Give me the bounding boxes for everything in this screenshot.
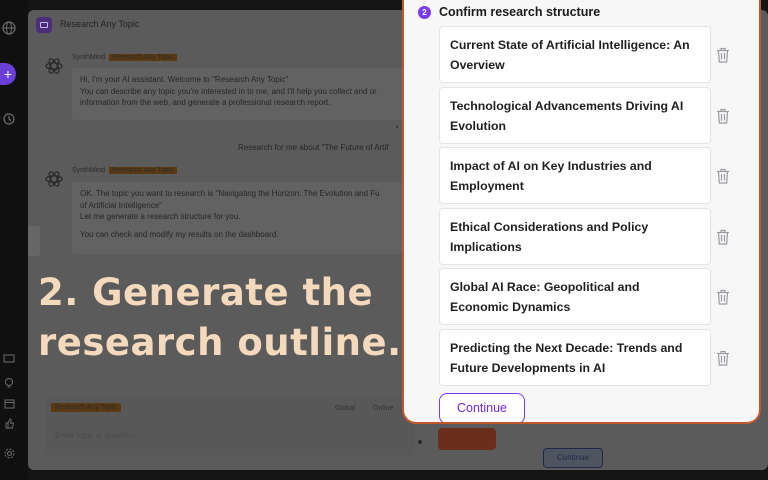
- message-line: You can check and modify my results on t…: [80, 229, 279, 239]
- input-topic-tag[interactable]: Research Any Topic: [51, 403, 121, 412]
- outline-item-text[interactable]: Global AI Race: Geopolitical and Economi…: [439, 268, 711, 325]
- message-line: of Artificial Intelligence": [80, 200, 162, 210]
- new-chat-button[interactable]: +: [0, 63, 16, 85]
- sender-tag: Research Any Topic: [109, 167, 177, 174]
- trash-icon[interactable]: [715, 107, 731, 125]
- left-rail: +: [0, 0, 28, 480]
- sender-tag: Research Any Topic: [109, 54, 177, 61]
- attach-icon[interactable]: [418, 440, 422, 444]
- outline-item-text[interactable]: Technological Advancements Driving AI Ev…: [439, 86, 711, 144]
- message-line: OK. The topic you want to research is "N…: [80, 189, 380, 198]
- outline-item: Impact of AI on Key Industries and Emplo…: [439, 147, 749, 208]
- thumbs-up-icon[interactable]: [2, 416, 16, 430]
- assistant-message: Hi, I'm your AI assistant. Welcome to "R…: [72, 68, 402, 120]
- outline-item: Global AI Race: Geopolitical and Economi…: [439, 268, 749, 329]
- outline-list: Current State of Artificial Intelligence…: [439, 26, 749, 389]
- sender-name: SynthMind: [72, 167, 106, 174]
- trash-icon[interactable]: [715, 349, 731, 367]
- tutorial-caption: 2. Generate the research outline.: [38, 268, 402, 368]
- app-logo-icon: [36, 17, 52, 33]
- message-line: information from the web, and generate a…: [80, 98, 331, 107]
- caption-line: 2. Generate the: [38, 271, 374, 314]
- assistant-avatar: [42, 54, 66, 78]
- outline-item: Predicting the Next Decade: Trends and F…: [439, 328, 749, 390]
- user-message: Research for me about "The Future of Art…: [238, 143, 389, 152]
- message-line: Let me generate a research structure for…: [80, 212, 241, 221]
- background-continue-button[interactable]: Continue: [543, 448, 603, 468]
- step-title: Confirm research structure: [439, 5, 601, 19]
- globe-icon[interactable]: [2, 21, 16, 35]
- outline-item: Technological Advancements Driving AI Ev…: [439, 86, 749, 148]
- outline-item: Ethical Considerations and Policy Implic…: [439, 207, 749, 269]
- outline-item-text[interactable]: Ethical Considerations and Policy Implic…: [439, 207, 711, 265]
- chat-input[interactable]: Enter topic or question...: [55, 431, 142, 440]
- sender-label: SynthMind Research Any Topic: [72, 54, 177, 61]
- lightbulb-icon[interactable]: [2, 376, 16, 390]
- trash-icon[interactable]: [715, 167, 731, 185]
- send-button[interactable]: [438, 428, 496, 450]
- message-line: You can describe any topic you're intere…: [80, 86, 377, 96]
- search-mode-option[interactable]: Online: [373, 405, 393, 412]
- assistant-avatar: [42, 167, 66, 191]
- message-line: Hi, I'm your AI assistant. Welcome to "R…: [80, 75, 289, 84]
- app-title: Research Any Topic: [60, 19, 140, 29]
- copy-icon[interactable]: ▪: [396, 124, 398, 131]
- step-header: 2 Confirm research structure: [418, 5, 600, 19]
- outline-item-text[interactable]: Impact of AI on Key Industries and Emplo…: [439, 147, 711, 204]
- settings-icon[interactable]: [2, 446, 16, 460]
- caption-line: research outline.: [38, 321, 402, 364]
- sender-label: SynthMind Research Any Topic: [72, 167, 177, 174]
- side-panel-toggle[interactable]: [28, 226, 40, 256]
- sender-name: SynthMind: [72, 54, 106, 61]
- research-structure-modal: 2 Confirm research structure Current Sta…: [402, 0, 761, 424]
- step-number-badge: 2: [418, 5, 431, 19]
- chat-input-bar[interactable]: Research Any Topic Global Online Enter t…: [45, 397, 415, 455]
- outline-item: Current State of Artificial Intelligence…: [439, 26, 749, 87]
- trash-icon[interactable]: [715, 288, 731, 306]
- continue-button[interactable]: Continue: [439, 393, 525, 422]
- search-scope-option[interactable]: Global: [335, 405, 355, 412]
- calendar-icon[interactable]: [2, 396, 16, 410]
- outline-item-text[interactable]: Current State of Artificial Intelligence…: [439, 26, 711, 83]
- monitor-icon[interactable]: [2, 352, 16, 366]
- history-icon[interactable]: [2, 112, 16, 126]
- outline-item-text[interactable]: Predicting the Next Decade: Trends and F…: [439, 328, 711, 386]
- trash-icon[interactable]: [715, 46, 731, 64]
- trash-icon[interactable]: [715, 228, 731, 246]
- assistant-message: OK. The topic you want to research is "N…: [72, 182, 402, 254]
